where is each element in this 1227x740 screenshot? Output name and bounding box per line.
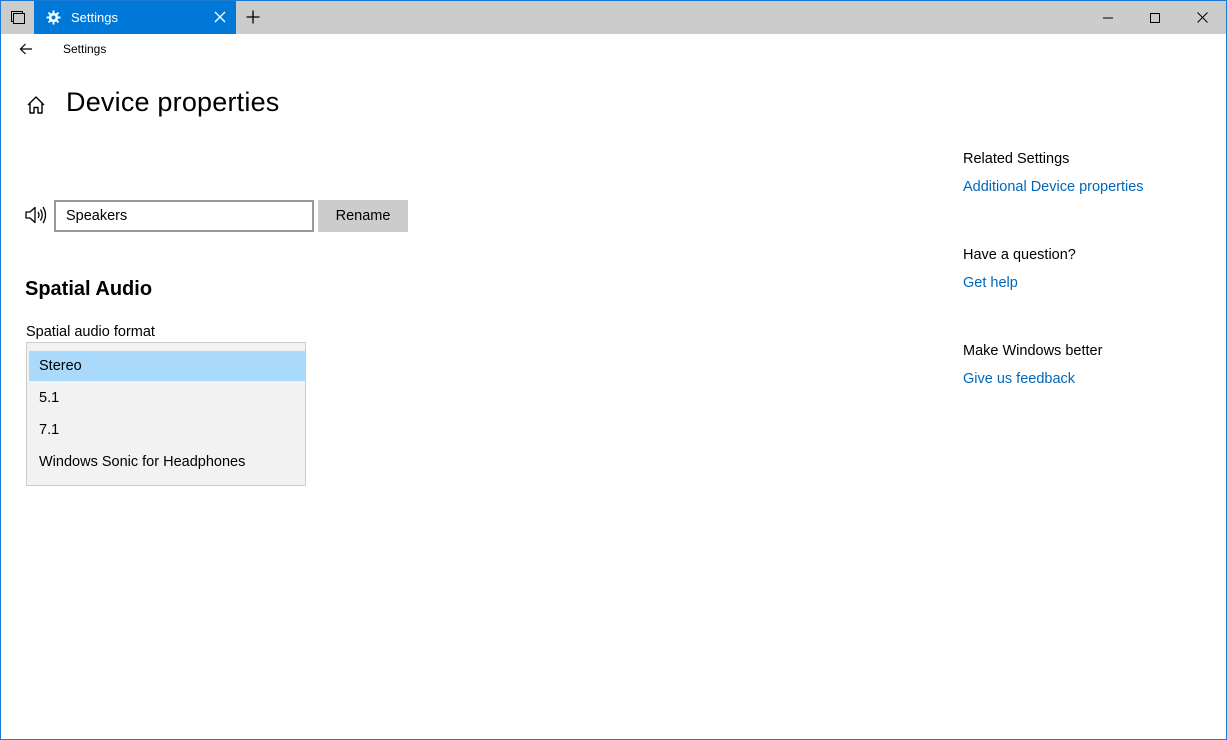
plus-icon — [246, 10, 260, 24]
device-name-input[interactable] — [54, 200, 314, 232]
home-icon — [27, 96, 45, 114]
page-title: Device properties — [66, 87, 280, 117]
minimize-icon — [1103, 17, 1113, 18]
close-icon — [1196, 12, 1208, 23]
title-bar: Settings — [1, 1, 1226, 34]
dropdown-option-7-1[interactable]: 7.1 — [29, 415, 305, 445]
app-title: Settings — [63, 42, 107, 56]
spatial-audio-heading: Spatial Audio — [25, 278, 153, 300]
home-button[interactable] — [25, 94, 47, 116]
close-icon — [214, 11, 226, 23]
maximize-button[interactable] — [1132, 1, 1178, 34]
new-tab-button[interactable] — [241, 5, 265, 29]
tab-close-button[interactable] — [210, 7, 230, 27]
spatial-audio-format-label: Spatial audio format — [26, 324, 155, 340]
close-window-button[interactable] — [1179, 1, 1225, 34]
additional-device-properties-link[interactable]: Additional Device properties — [963, 179, 1144, 195]
back-button[interactable] — [13, 39, 39, 59]
tab-overview-button[interactable] — [1, 1, 34, 34]
minimize-button[interactable] — [1085, 1, 1131, 34]
dropdown-option-stereo[interactable]: Stereo — [29, 351, 305, 381]
get-help-link[interactable]: Get help — [963, 275, 1018, 291]
tab-title: Settings — [71, 10, 118, 25]
maximize-icon — [1150, 12, 1160, 23]
speaker-icon — [24, 204, 48, 226]
tab-settings[interactable]: Settings — [34, 1, 236, 34]
dropdown-option-5-1[interactable]: 5.1 — [29, 383, 305, 413]
give-feedback-link[interactable]: Give us feedback — [963, 371, 1075, 387]
back-arrow-icon — [19, 43, 32, 55]
rename-button[interactable]: Rename — [318, 200, 408, 232]
dropdown-option-windows-sonic[interactable]: Windows Sonic for Headphones — [29, 447, 305, 477]
make-windows-better-heading: Make Windows better — [963, 343, 1103, 359]
settings-window: Settings Settings Device properties Spea… — [0, 0, 1227, 740]
tab-overview-icon — [10, 10, 25, 24]
have-a-question-heading: Have a question? — [963, 247, 1076, 263]
gear-icon — [45, 10, 61, 26]
related-settings-heading: Related Settings — [963, 151, 1070, 167]
spatial-audio-format-dropdown[interactable]: Stereo 5.1 7.1 Windows Sonic for Headpho… — [26, 342, 306, 486]
